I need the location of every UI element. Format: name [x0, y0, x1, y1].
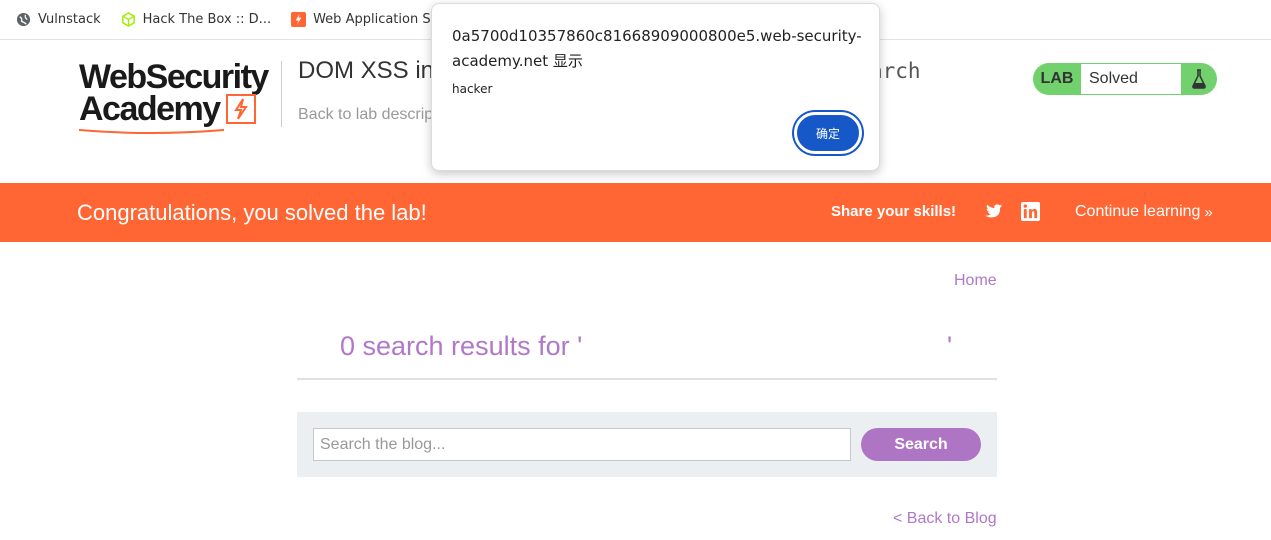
bookmark-web-application[interactable]: Web Application S... [291, 12, 443, 27]
bookmark-hackthebox[interactable]: Hack The Box :: D... [121, 12, 271, 27]
continue-learning-link[interactable]: Continue learning » [1075, 203, 1213, 221]
header-divider [281, 61, 282, 127]
dialog-origin-text: 0a5700d10357860c81668909000800e5.web-sec… [452, 27, 862, 70]
bookmark-label: Vulnstack [38, 12, 101, 27]
lab-status-text: Solved [1081, 64, 1181, 94]
logo-line-2-text: Academy [79, 90, 221, 128]
linkedin-icon[interactable] [1021, 202, 1040, 221]
logo-swoosh [79, 129, 225, 134]
lab-label: LAB [1040, 70, 1074, 87]
lab-status-badge: LAB Solved [1033, 63, 1217, 95]
bookmark-label: Web Application S... [313, 12, 443, 27]
share-skills-label: Share your skills! [831, 203, 957, 220]
lab-title: DOM XSS in [298, 57, 435, 84]
back-to-blog-link[interactable]: < Back to Blog [893, 510, 997, 528]
logo-line-1: WebSecurity [79, 58, 269, 96]
congratulations-message: Congratulations, you solved the lab! [77, 200, 427, 225]
search-input[interactable] [313, 428, 851, 461]
twitter-icon[interactable] [983, 203, 1003, 221]
double-chevron-right-icon: » [1204, 203, 1213, 221]
search-form: Search [297, 412, 997, 477]
bookmark-label: Hack The Box :: D... [142, 12, 272, 27]
continue-learning-label: Continue learning [1075, 203, 1201, 220]
alert-dialog: 0a5700d10357860c81668909000800e5.web-sec… [431, 3, 880, 171]
globe-icon [16, 12, 31, 27]
logo-line-2: Academy [79, 90, 279, 128]
flask-icon [1181, 64, 1217, 94]
solved-banner: Congratulations, you solved the lab! Sha… [0, 183, 1271, 242]
htb-cube-icon [121, 12, 135, 27]
results-divider [297, 378, 997, 380]
search-results-close-quote: ' [947, 331, 953, 361]
search-results-heading: 0 search results for ' [340, 331, 583, 361]
back-to-lab-description-link[interactable]: Back to lab descrip [298, 106, 433, 124]
logo-bolt-icon [225, 94, 256, 124]
search-button[interactable]: Search [861, 428, 981, 461]
web-security-academy-logo[interactable]: WebSecurity Academy [79, 58, 279, 134]
home-link[interactable]: Home [954, 272, 997, 290]
portswigger-bolt-icon [291, 12, 307, 27]
dialog-ok-button[interactable]: 确定 [794, 112, 862, 154]
bookmark-vulnstack[interactable]: Vulnstack [16, 12, 101, 27]
dialog-message: hacker [452, 82, 493, 96]
